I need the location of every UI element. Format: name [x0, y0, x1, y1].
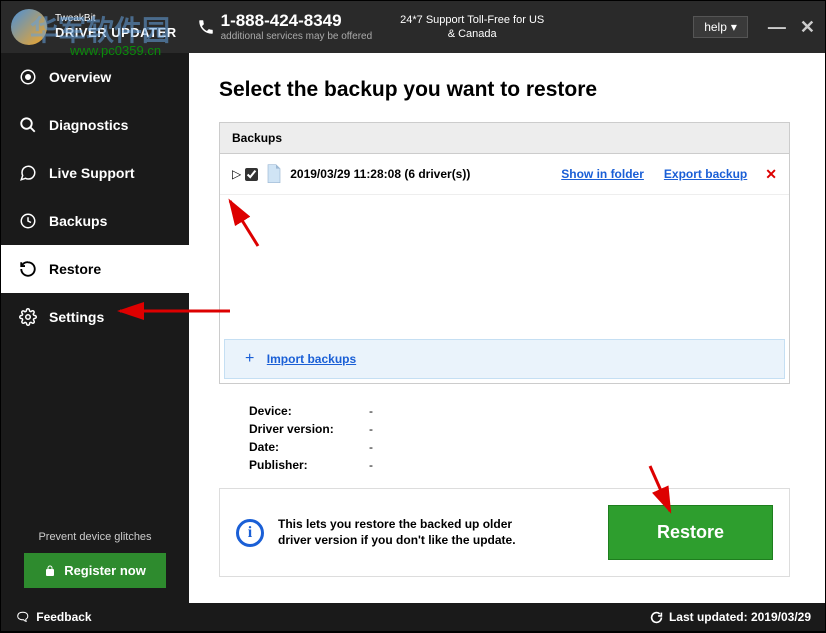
details-block: Device:- Driver version:- Date:- Publish…	[249, 402, 790, 474]
feedback-link[interactable]: 🗨 Feedback	[15, 610, 92, 624]
detail-publisher-value: -	[369, 458, 373, 472]
close-button[interactable]: ✕	[800, 17, 815, 38]
backup-empty-area	[220, 195, 789, 335]
brand-main: DRIVER UPDATER	[55, 25, 177, 41]
backup-checkbox[interactable]	[245, 168, 258, 181]
export-backup-link[interactable]: Export backup	[664, 167, 747, 181]
restore-button[interactable]: Restore	[608, 505, 773, 560]
sidebar-label: Backups	[49, 213, 107, 229]
detail-date-value: -	[369, 440, 373, 454]
phone-block: 1-888-424-8349 additional services may b…	[197, 11, 373, 43]
backup-row: ▷ 2019/03/29 11:28:08 (6 driver(s)) Show…	[220, 154, 789, 195]
backup-label: 2019/03/29 11:28:08 (6 driver(s))	[290, 167, 541, 181]
gear-icon	[19, 308, 37, 326]
sidebar-label: Settings	[49, 309, 104, 325]
help-dropdown[interactable]: help ▾	[693, 16, 748, 38]
sidebar-item-live-support[interactable]: Live Support	[1, 149, 189, 197]
sidebar-item-restore[interactable]: Restore	[1, 245, 189, 293]
detail-date-label: Date:	[249, 440, 369, 454]
statusbar: 🗨 Feedback Last updated: 2019/03/29	[1, 603, 825, 631]
magnifier-icon	[19, 116, 37, 134]
sidebar-label: Live Support	[49, 165, 135, 181]
show-in-folder-link[interactable]: Show in folder	[561, 167, 644, 181]
sidebar-label: Restore	[49, 261, 101, 277]
detail-device-value: -	[369, 404, 373, 418]
chat-icon	[19, 164, 37, 182]
refresh-icon	[650, 611, 663, 624]
backups-header: Backups	[220, 123, 789, 154]
phone-sub: additional services may be offered	[221, 31, 373, 43]
last-updated-text: Last updated: 2019/03/29	[669, 610, 811, 624]
sidebar-label: Overview	[49, 69, 111, 85]
restore-panel: i This lets you restore the backed up ol…	[219, 488, 790, 577]
clock-icon	[19, 212, 37, 230]
app-logo: TweakBit DRIVER UPDATER	[11, 9, 177, 45]
import-row: + Import backups	[224, 339, 785, 379]
chevron-down-icon: ▾	[731, 20, 737, 34]
info-icon: i	[236, 519, 264, 547]
sidebar-item-settings[interactable]: Settings	[1, 293, 189, 341]
restore-icon	[19, 260, 37, 278]
backups-panel: Backups ▷ 2019/03/29 11:28:08 (6 driver(…	[219, 122, 790, 384]
plus-icon: +	[245, 350, 254, 367]
sidebar-item-backups[interactable]: Backups	[1, 197, 189, 245]
sidebar-label: Diagnostics	[49, 117, 128, 133]
prevent-glitches-text: Prevent device glitches	[16, 531, 174, 543]
sidebar-item-overview[interactable]: Overview	[1, 53, 189, 101]
delete-backup-button[interactable]: ✕	[765, 166, 777, 183]
feedback-label: Feedback	[36, 610, 91, 624]
logo-icon	[11, 9, 47, 45]
brand-small: TweakBit	[55, 13, 177, 25]
speech-icon: 🗨	[15, 610, 30, 624]
main-content: Select the backup you want to restore Ba…	[189, 53, 825, 603]
page-title: Select the backup you want to restore	[219, 78, 790, 102]
detail-publisher-label: Publisher:	[249, 458, 369, 472]
sidebar: Overview Diagnostics Live Support Backup…	[1, 53, 189, 603]
phone-number: 1-888-424-8349	[221, 11, 373, 31]
support-text: 24*7 Support Toll-Free for US & Canada	[397, 13, 547, 42]
minimize-button[interactable]: —	[768, 17, 786, 38]
phone-icon	[197, 18, 215, 36]
info-text: This lets you restore the backed up olde…	[278, 517, 538, 548]
expand-triangle-icon[interactable]: ▷	[232, 167, 241, 181]
file-icon	[266, 164, 282, 184]
detail-device-label: Device:	[249, 404, 369, 418]
sidebar-item-diagnostics[interactable]: Diagnostics	[1, 101, 189, 149]
import-backups-link[interactable]: Import backups	[267, 352, 356, 366]
lock-icon	[44, 565, 56, 577]
target-icon	[19, 68, 37, 86]
register-label: Register now	[64, 563, 146, 578]
detail-version-label: Driver version:	[249, 422, 369, 436]
last-updated: Last updated: 2019/03/29	[650, 610, 811, 624]
help-label: help	[704, 20, 727, 34]
register-now-button[interactable]: Register now	[24, 553, 166, 588]
detail-version-value: -	[369, 422, 373, 436]
